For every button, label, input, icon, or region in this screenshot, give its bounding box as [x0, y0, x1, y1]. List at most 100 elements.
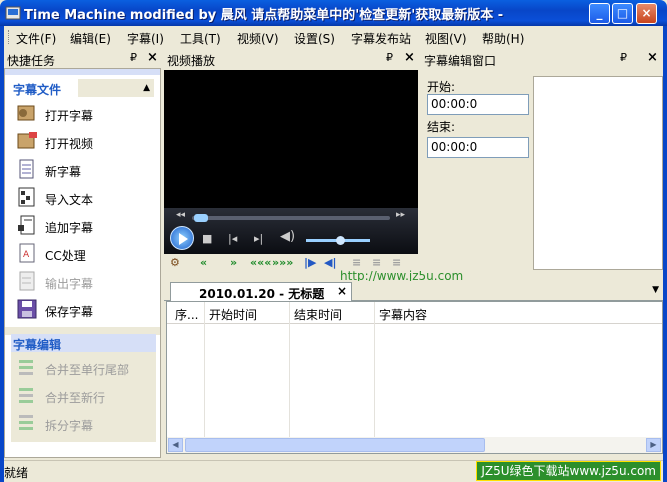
next-icon[interactable]: ▸| [254, 232, 263, 245]
fast-rewind-icon[interactable]: ««« [250, 256, 271, 269]
fast-forward-icon[interactable]: »»» [272, 256, 293, 269]
task-merge-line[interactable]: 合并至单行尾部 [15, 356, 155, 382]
menu-bar: 文件(F) 编辑(E) 字幕(I) 工具(T) 视频(V) 设置(S) 字幕发布… [0, 26, 667, 48]
mark-end-icon[interactable]: ◀| [324, 256, 336, 269]
group-subtitle-edit-body: 合并至单行尾部 合并至新行 拆分字幕 [11, 352, 156, 442]
column-content[interactable]: 字幕内容 [379, 306, 427, 323]
task-open-video[interactable]: 打开视频 [15, 130, 155, 156]
task-label: 打开视频 [45, 137, 94, 151]
pin-icon[interactable]: ₽ [130, 51, 137, 64]
pin-icon[interactable]: ₽ [386, 51, 393, 64]
menu-video[interactable]: 视频(V) [237, 30, 279, 47]
forward-small-icon[interactable]: ▸▸ [396, 210, 405, 220]
previous-icon[interactable]: |◂ [228, 232, 237, 245]
align-right-icon[interactable]: ≡ [392, 256, 401, 269]
status-text: 就绪 [4, 466, 29, 480]
open-video-icon [17, 132, 37, 149]
open-subtitle-icon [17, 105, 35, 121]
task-label: 输出字幕 [45, 277, 94, 291]
task-split[interactable]: 拆分字幕 [15, 412, 155, 438]
group-subtitle-file-header[interactable]: 字幕文件 ▲ [11, 79, 156, 97]
play-button[interactable] [170, 226, 194, 250]
minimize-button[interactable]: _ [589, 3, 610, 24]
seek-bar[interactable] [192, 214, 390, 222]
video-panel-header: 视频播放 ₽ × [164, 50, 418, 68]
task-label: 追加字幕 [45, 221, 94, 235]
stop-icon[interactable]: ■ [202, 232, 212, 245]
split-icon [19, 415, 33, 430]
close-icon[interactable]: × [404, 50, 415, 65]
menu-settings[interactable]: 设置(S) [294, 30, 335, 47]
edit-window-header: 字幕编辑窗口 ₽ × [421, 50, 663, 68]
close-icon[interactable]: × [647, 50, 658, 65]
task-label: 拆分字幕 [45, 419, 94, 433]
task-open-subtitle[interactable]: 打开字幕 [15, 102, 155, 128]
task-append-subtitle[interactable]: 追加字幕 [15, 214, 155, 240]
close-button[interactable]: × [636, 3, 657, 24]
align-left-icon[interactable]: ≡ [352, 256, 361, 269]
end-time-input[interactable]: 00:00:0 [427, 137, 529, 158]
task-label: 保存字幕 [45, 305, 94, 319]
close-icon[interactable]: × [147, 50, 158, 65]
align-center-icon[interactable]: ≡ [372, 256, 381, 269]
task-label: 打开字幕 [45, 109, 94, 123]
pin-icon[interactable]: ₽ [620, 51, 627, 64]
menu-grip[interactable] [8, 30, 11, 44]
title-bar[interactable]: Time Machine modified by 晨风 请点帮助菜单中的'检查更… [0, 0, 667, 26]
task-cc-process[interactable]: A CC处理 [15, 242, 155, 268]
status-bar: 就绪 JZ5U绿色下载站www.jz5u.com [4, 460, 663, 482]
volume-slider[interactable] [306, 236, 370, 245]
group-band [5, 69, 160, 75]
column-divider [205, 302, 290, 438]
volume-thumb[interactable] [336, 236, 345, 245]
task-label: 合并至新行 [45, 391, 106, 405]
task-label: 导入文本 [45, 193, 94, 207]
end-label: 结束: [427, 120, 456, 134]
seek-thumb[interactable] [194, 214, 208, 222]
forward-icon[interactable]: » [230, 256, 237, 269]
start-time-input[interactable]: 00:00:0 [427, 94, 529, 115]
subtitle-table[interactable]: 序... 开始时间 结束时间 字幕内容 ◀ ▶ [166, 301, 663, 454]
menu-file[interactable]: 文件(F) [16, 30, 56, 47]
chevron-down-icon[interactable]: ▼ [652, 285, 659, 295]
menu-publish[interactable]: 字幕发布站 [351, 30, 411, 47]
group-title: 字幕文件 [13, 83, 62, 97]
quick-tasks-header: 快捷任务 ₽ × [4, 50, 161, 68]
edit-window-title: 字幕编辑窗口 [424, 54, 497, 68]
task-merge-newline[interactable]: 合并至新行 [15, 384, 155, 410]
scroll-thumb[interactable] [185, 438, 485, 452]
video-panel: 视频播放 ₽ × ◂◂ ▸▸ ■ |◂ ▸| ◀) ⚙ « » ««« »»» … [164, 50, 463, 283]
menu-help[interactable]: 帮助(H) [482, 30, 524, 47]
video-screen[interactable] [164, 70, 418, 208]
menu-subtitle[interactable]: 字幕(I) [127, 30, 164, 47]
subtitle-edit-window: 字幕编辑窗口 ₽ × 开始: 00:00:0 结束: 00:00:0 [421, 50, 663, 272]
menu-tools[interactable]: 工具(T) [180, 30, 221, 47]
tool-icon[interactable]: ⚙ [170, 256, 180, 269]
scroll-left-icon[interactable]: ◀ [168, 438, 183, 452]
scroll-right-icon[interactable]: ▶ [646, 438, 661, 452]
chevron-up-icon[interactable]: ▲ [78, 79, 154, 97]
window-frame-right [663, 26, 667, 482]
column-divider [290, 302, 375, 438]
maximize-button[interactable]: □ [612, 3, 633, 24]
merge-line-icon [19, 360, 33, 375]
task-import-text[interactable]: 导入文本 [15, 186, 155, 212]
task-save-subtitle[interactable]: 保存字幕 [15, 298, 155, 324]
task-label: CC处理 [45, 249, 86, 263]
svg-text:A: A [23, 250, 30, 260]
task-export-subtitle[interactable]: 输出字幕 [15, 270, 155, 296]
rewind-small-icon[interactable]: ◂◂ [176, 210, 185, 220]
volume-icon[interactable]: ◀) [280, 229, 295, 244]
horizontal-scrollbar[interactable]: ◀ ▶ [167, 437, 662, 453]
quick-tasks-panel: 字幕文件 ▲ 打开字幕 打开视频 新字幕 导入文本 追加字幕 A CC处理 输出… [4, 68, 161, 458]
rewind-icon[interactable]: « [200, 256, 207, 269]
task-new-subtitle[interactable]: 新字幕 [15, 158, 155, 184]
tab-close-icon[interactable]: × [337, 284, 347, 298]
menu-view[interactable]: 视图(V) [425, 30, 467, 47]
menu-edit[interactable]: 编辑(E) [70, 30, 111, 47]
tab-document[interactable]: 2010.01.20 - 无标题 × [170, 282, 352, 302]
group-subtitle-edit-header[interactable]: 字幕编辑 [11, 334, 156, 352]
group-title: 字幕编辑 [13, 338, 62, 352]
mark-start-icon[interactable]: |▶ [304, 256, 316, 269]
subtitle-text-area[interactable] [533, 76, 663, 270]
